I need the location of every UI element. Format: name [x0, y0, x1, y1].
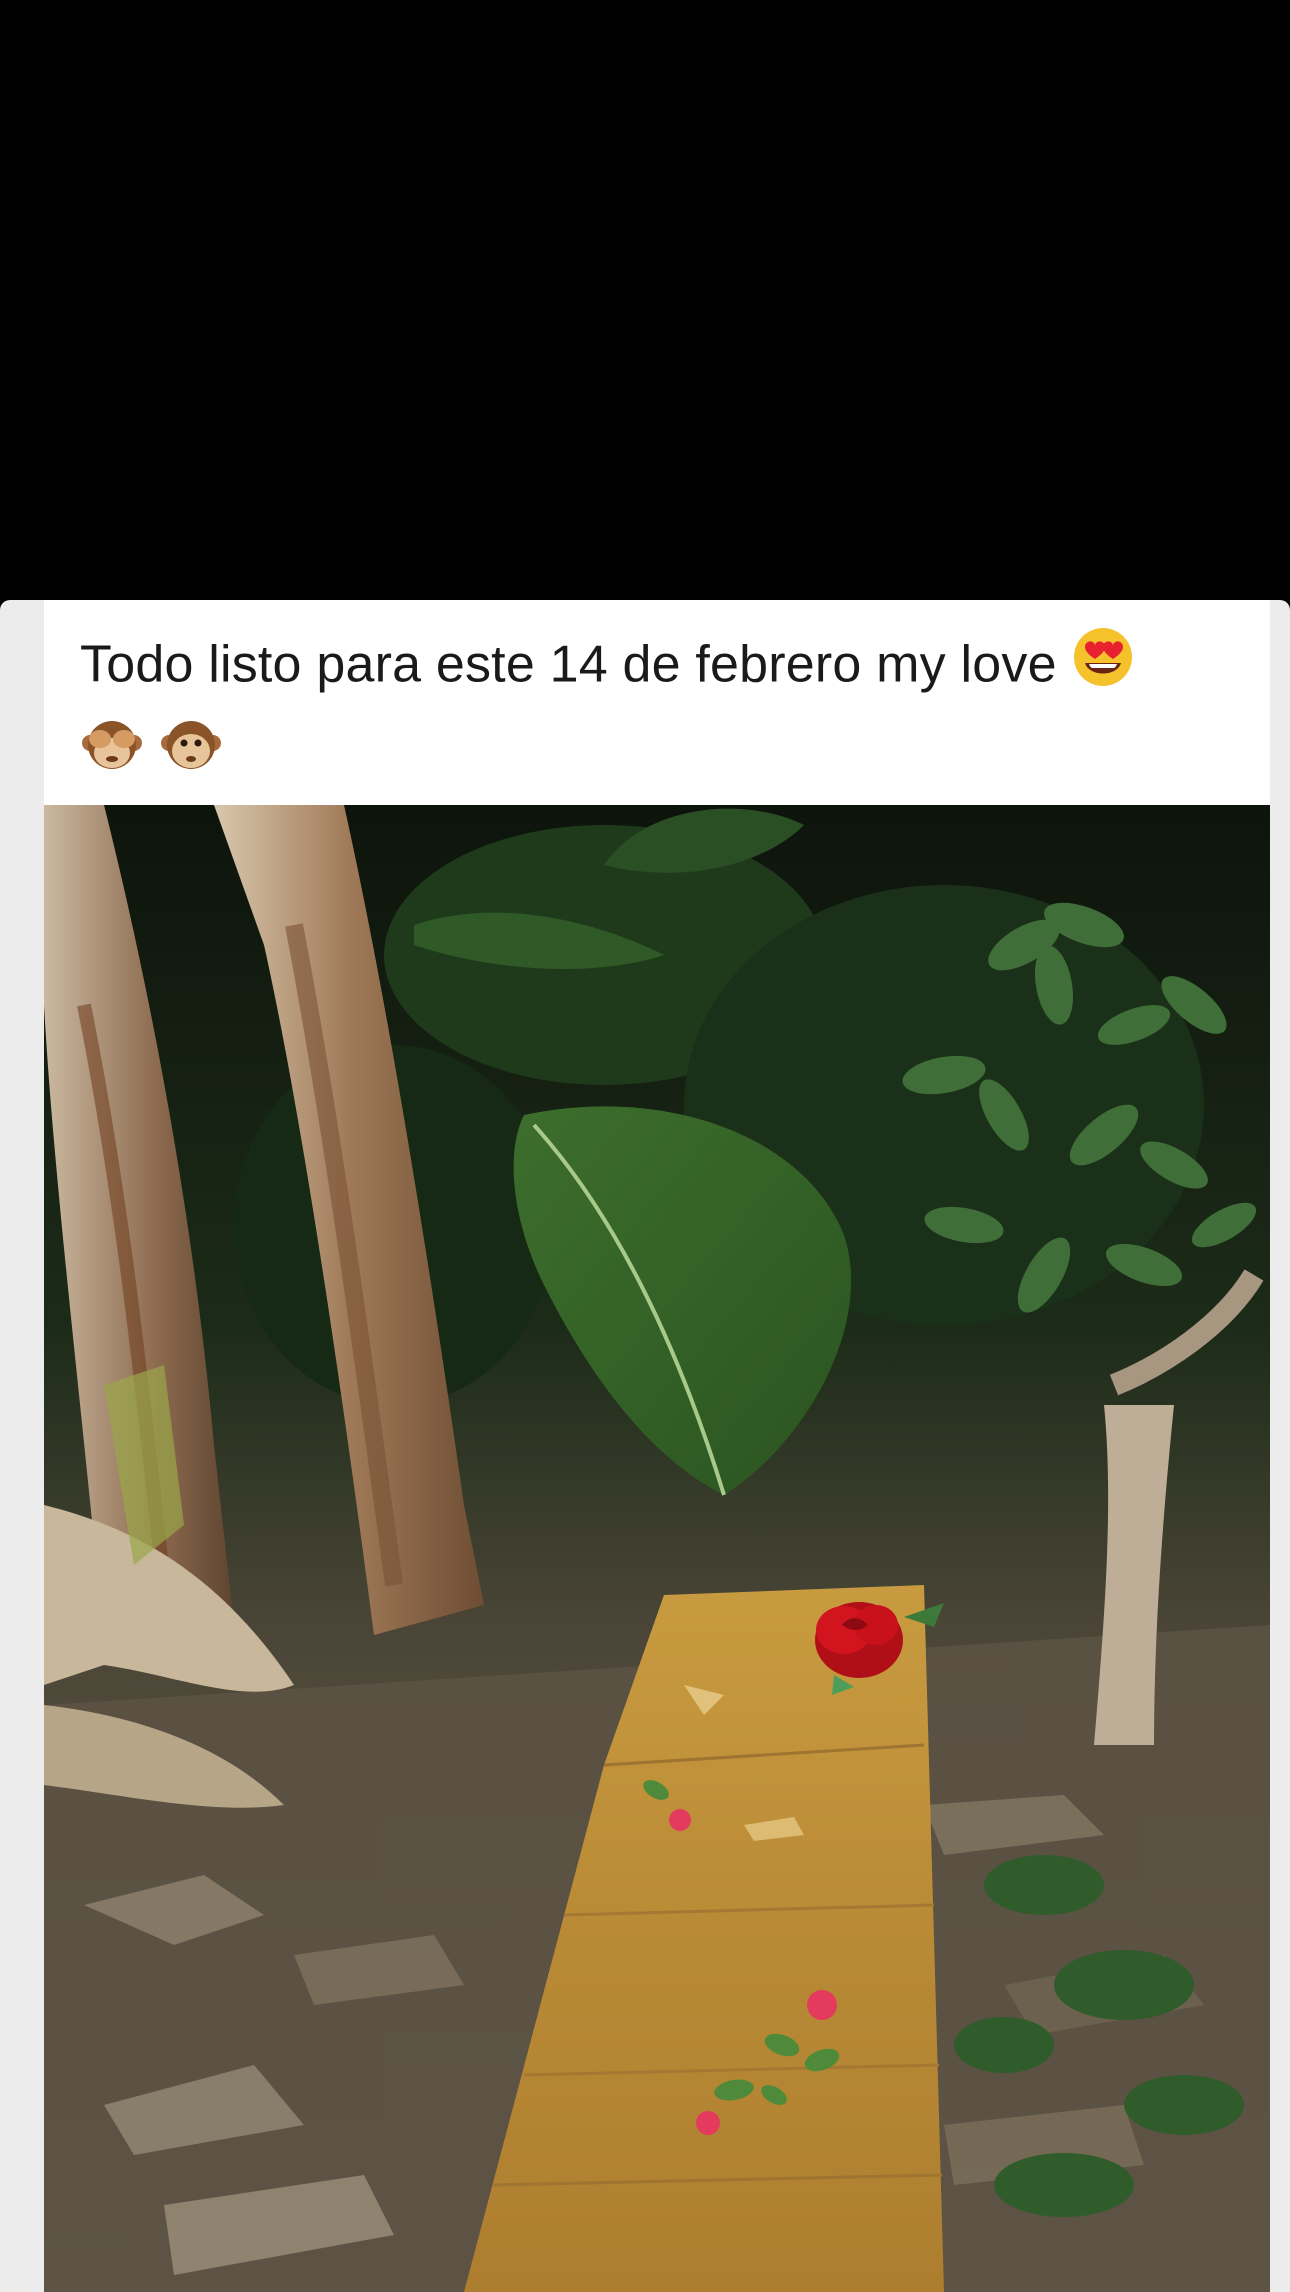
post-photo[interactable] [44, 805, 1270, 2292]
monkey-face-emoji-icon [159, 713, 223, 799]
top-black-area [0, 0, 1290, 600]
caption-text: Todo listo para este 14 de febrero my lo… [80, 635, 1057, 694]
screen: Todo listo para este 14 de febrero my lo… [0, 0, 1290, 2292]
heart-eyes-emoji-icon [1071, 625, 1135, 711]
photo-image [44, 805, 1270, 2292]
see-no-evil-monkey-emoji-icon [80, 713, 144, 799]
post-caption: Todo listo para este 14 de febrero my lo… [80, 625, 1210, 799]
